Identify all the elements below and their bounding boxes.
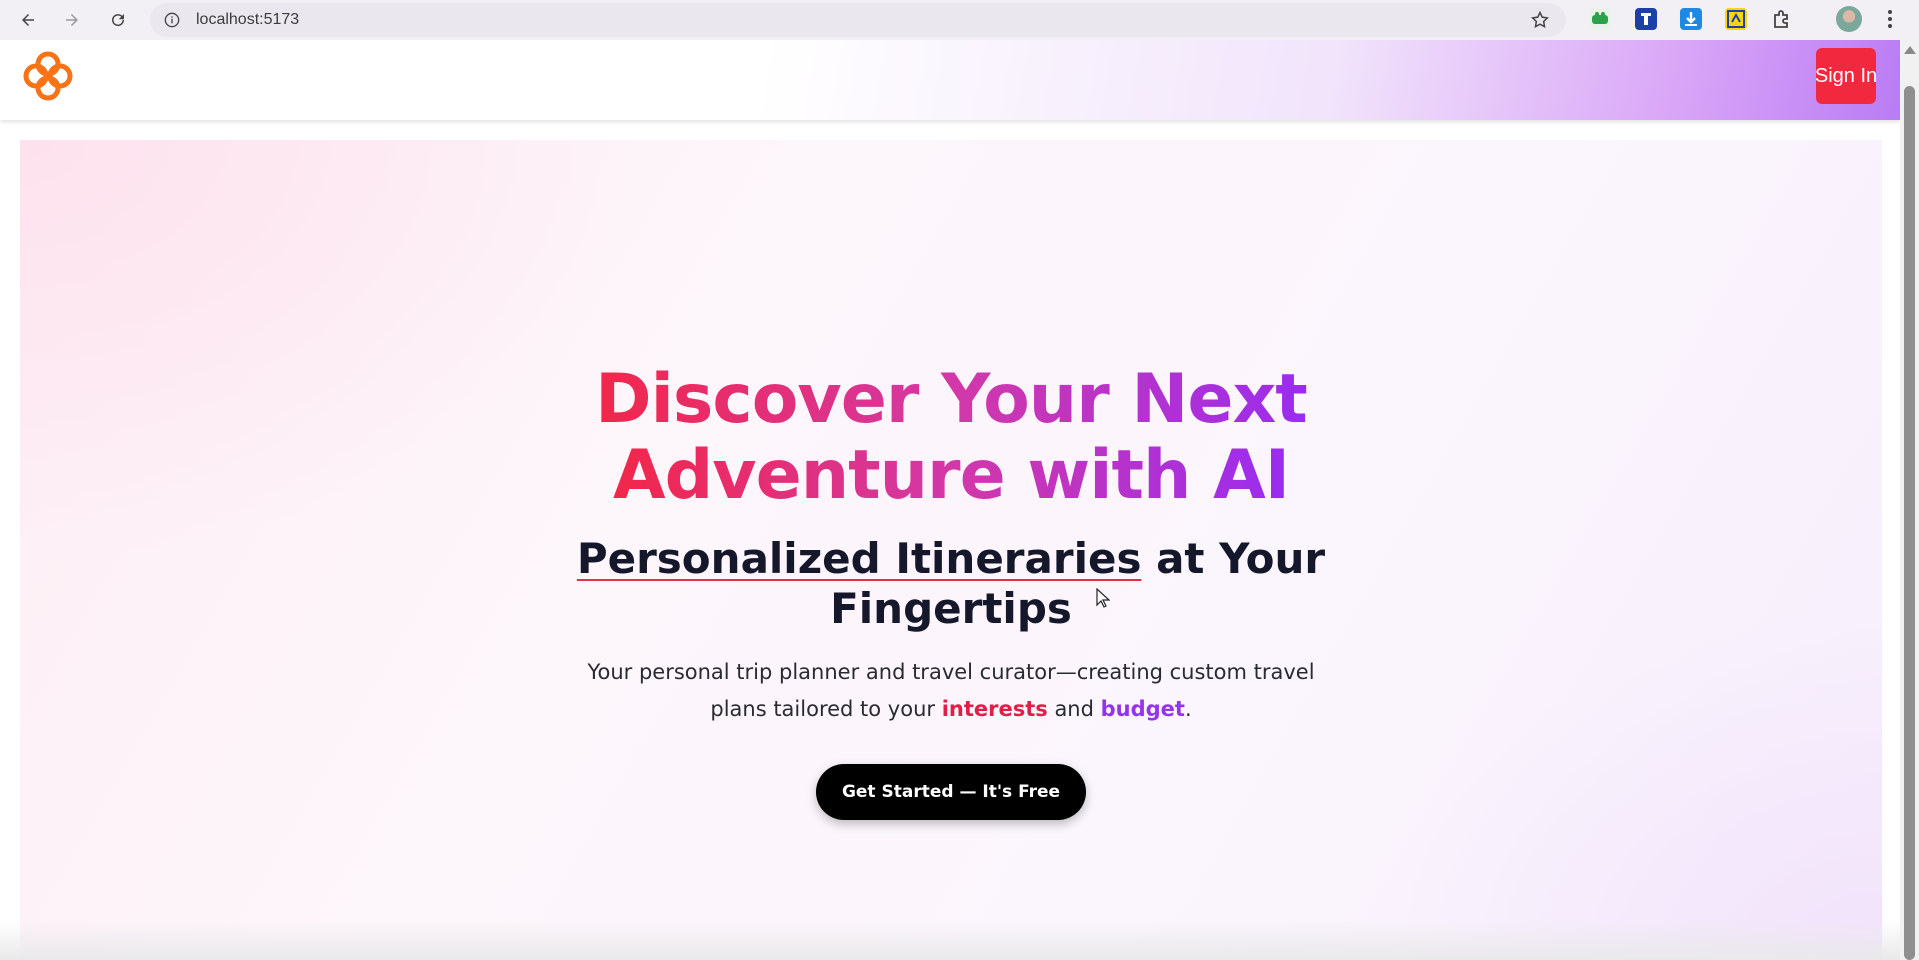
url-text[interactable]: localhost:5173: [196, 11, 299, 29]
highlight-budget: budget: [1100, 697, 1185, 721]
address-bar[interactable]: localhost:5173: [150, 3, 1566, 37]
highlight-interests: interests: [941, 697, 1048, 721]
hero-title-line2: Adventure with AI: [612, 436, 1290, 515]
page-bottom-edge: [0, 920, 1900, 960]
flower-logo-icon[interactable]: [22, 50, 74, 102]
extensions-puzzle-icon[interactable]: [1770, 8, 1792, 30]
signin-button[interactable]: Sign In: [1816, 48, 1876, 104]
hero-subtitle-rest: at Your: [1141, 534, 1326, 583]
extension-notes-icon[interactable]: [1725, 8, 1747, 30]
extension-game-icon[interactable]: [1589, 8, 1611, 30]
profile-avatar[interactable]: [1836, 6, 1862, 32]
scrollbar-thumb[interactable]: [1904, 86, 1915, 960]
hero-section: Discover Your Next Adventure with AI Per…: [20, 140, 1882, 960]
hero-description: Your personal trip planner and travel cu…: [20, 654, 1882, 728]
get-started-button[interactable]: Get Started — It's Free: [816, 764, 1086, 820]
page-viewport: Sign In Discover Your Next Adventure wit…: [0, 40, 1900, 960]
vertical-scrollbar[interactable]: [1900, 40, 1919, 960]
hero-subtitle-line2: Fingertips: [830, 584, 1072, 633]
star-icon[interactable]: [1530, 10, 1550, 30]
mouse-cursor-icon: [1096, 588, 1110, 608]
browser-toolbar: localhost:5173: [0, 0, 1919, 40]
reload-icon[interactable]: [106, 8, 130, 32]
scroll-up-arrow-icon[interactable]: [1904, 46, 1916, 54]
hero-desc-suffix: .: [1184, 697, 1192, 721]
hero-subtitle-underlined: Personalized Itineraries: [576, 534, 1142, 583]
menu-icon[interactable]: [1885, 8, 1895, 30]
back-icon[interactable]: [16, 8, 40, 32]
site-header: Sign In: [0, 40, 1900, 120]
extension-download-icon[interactable]: [1680, 8, 1702, 30]
extension-text-icon[interactable]: [1635, 8, 1657, 30]
hero-desc-line1: Your personal trip planner and travel cu…: [587, 660, 1315, 684]
hero-title: Discover Your Next Adventure with AI: [20, 362, 1882, 514]
hero-title-line1: Discover Your Next: [595, 360, 1308, 439]
hero-subtitle: Personalized Itineraries at Your Fingert…: [20, 534, 1882, 634]
info-icon[interactable]: [164, 12, 180, 28]
hero-desc-prefix: plans tailored to your: [710, 697, 942, 721]
hero-desc-mid: and: [1047, 697, 1101, 721]
forward-icon[interactable]: [60, 8, 84, 32]
